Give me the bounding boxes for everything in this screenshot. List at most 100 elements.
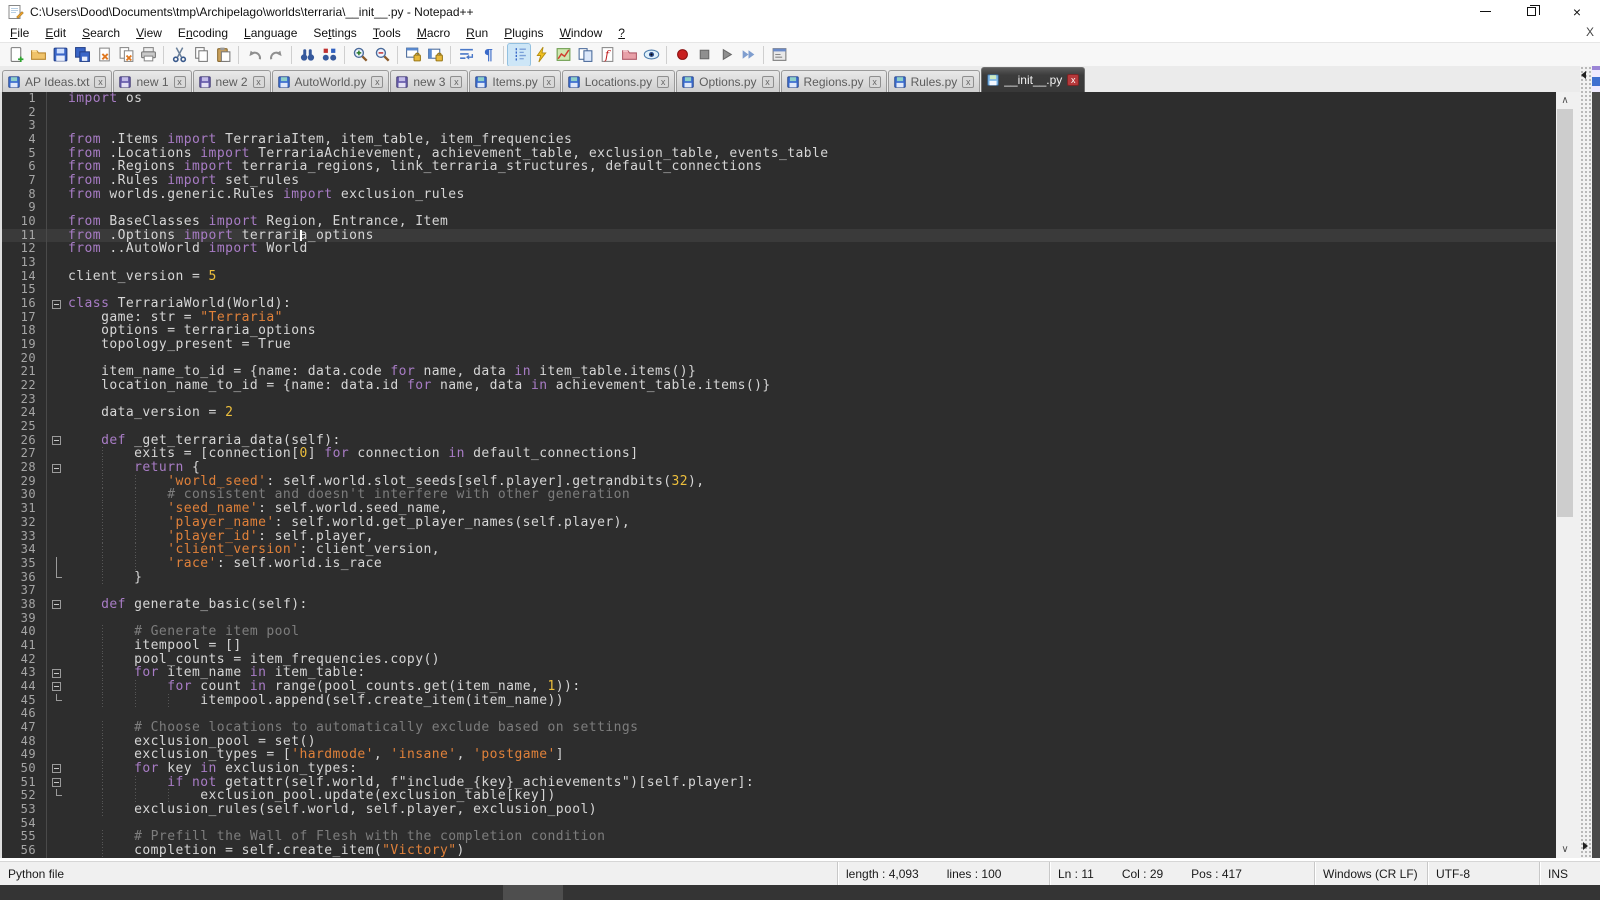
code-line[interactable]: 9 [2, 201, 1556, 215]
tab-close-icon[interactable]: x [174, 76, 186, 88]
tab-rules-py[interactable]: Rules.pyx [888, 70, 981, 92]
code-line[interactable]: 49 exclusion_types = ['hardmode', 'insan… [2, 748, 1556, 762]
code-line[interactable]: 16class TerrariaWorld(World): [2, 297, 1556, 311]
code-line[interactable]: 50 for key in exclusion_types: [2, 762, 1556, 776]
menu-file[interactable]: File [2, 24, 37, 42]
find-icon[interactable] [296, 44, 318, 66]
folder-as-workspace-icon[interactable] [618, 44, 640, 66]
zoom-out-icon[interactable] [371, 44, 393, 66]
code-line[interactable]: 17 game: str = "Terraria" [2, 311, 1556, 325]
fold-collapse-icon[interactable] [46, 666, 68, 680]
code-line[interactable]: 5from .Locations import TerrariaAchievem… [2, 147, 1556, 161]
code-line[interactable]: 35 'race': self.world.is_race [2, 557, 1556, 571]
macro-play-icon[interactable] [715, 44, 737, 66]
scroll-down-arrow-icon[interactable]: ∨ [1556, 841, 1574, 858]
menu-settings[interactable]: Settings [305, 24, 364, 42]
code-line[interactable]: 48 exclusion_pool = set() [2, 735, 1556, 749]
code-line[interactable]: 11from .Options import terraria_options [2, 229, 1556, 243]
copy-icon[interactable] [190, 44, 212, 66]
indent-guide-icon[interactable] [508, 44, 530, 66]
tab-ap-ideas-txt[interactable]: AP Ideas.txtx [2, 70, 112, 92]
code-line[interactable]: 26 def _get_terraria_data(self): [2, 434, 1556, 448]
print-icon[interactable] [137, 44, 159, 66]
code-line[interactable]: 23 [2, 393, 1556, 407]
code-line[interactable]: 33 'player_id': self.player, [2, 530, 1556, 544]
code-line[interactable]: 54 [2, 817, 1556, 831]
code-line[interactable]: 19 topology_present = True [2, 338, 1556, 352]
tab-new-3[interactable]: new 3x [390, 70, 468, 92]
status-typing-mode[interactable]: INS [1540, 862, 1600, 886]
code-line[interactable]: 14client_version = 5 [2, 270, 1556, 284]
document-list-icon[interactable] [574, 44, 596, 66]
status-encoding[interactable]: UTF-8 [1428, 862, 1540, 886]
menu-search[interactable]: Search [74, 24, 128, 42]
tab-close-icon[interactable]: x [450, 76, 462, 88]
tab-close-icon[interactable]: x [1067, 74, 1079, 86]
code-line[interactable]: 36 } [2, 571, 1556, 585]
tab-close-icon[interactable]: x [869, 76, 881, 88]
tab-regions-py[interactable]: Regions.pyx [781, 70, 887, 92]
code-line[interactable]: 56 completion = self.create_item("Victor… [2, 844, 1556, 858]
menu-edit[interactable]: Edit [37, 24, 74, 42]
tab-scroll-left-icon[interactable] [1581, 71, 1586, 79]
code-line[interactable]: 29 'world_seed': self.world.slot_seeds[s… [2, 475, 1556, 489]
macro-run-multiple-icon[interactable] [737, 44, 759, 66]
scroll-up-arrow-icon[interactable]: ∧ [1556, 92, 1574, 109]
tab-close-icon[interactable]: x [371, 76, 383, 88]
redo-icon[interactable] [265, 44, 287, 66]
code-line[interactable]: 31 'seed_name': self.world.seed_name, [2, 502, 1556, 516]
code-line[interactable]: 52 exclusion_pool.update(exclusion_table… [2, 789, 1556, 803]
fold-collapse-icon[interactable] [46, 434, 68, 448]
column-editor-icon[interactable] [768, 44, 790, 66]
code-line[interactable]: 18 options = terraria_options [2, 324, 1556, 338]
document-map-icon[interactable] [552, 44, 574, 66]
code-line[interactable]: 20 [2, 352, 1556, 366]
code-line[interactable]: 44 for count in range(pool_counts.get(it… [2, 680, 1556, 694]
code-line[interactable]: 15 [2, 283, 1556, 297]
sync-horizontal-icon[interactable] [424, 44, 446, 66]
menu-view[interactable]: View [128, 24, 170, 42]
show-all-characters-icon[interactable]: ¶ [477, 44, 499, 66]
code-line[interactable]: 28 return { [2, 461, 1556, 475]
save-all-icon[interactable] [71, 44, 93, 66]
menu-?[interactable]: ? [610, 24, 633, 42]
function-completion-icon[interactable] [530, 44, 552, 66]
monitoring-eye-icon[interactable] [640, 44, 662, 66]
code-line[interactable]: 3 [2, 119, 1556, 133]
function-list-icon[interactable]: f [596, 44, 618, 66]
code-line[interactable]: 53 exclusion_rules(self.world, self.play… [2, 803, 1556, 817]
code-line[interactable]: 34 'client_version': client_version, [2, 543, 1556, 557]
macro-stop-icon[interactable] [693, 44, 715, 66]
code-line[interactable]: 42 pool_counts = item_frequencies.copy() [2, 653, 1556, 667]
fold-collapse-icon[interactable] [46, 776, 68, 790]
code-line[interactable]: 25 [2, 420, 1556, 434]
scrollbar-thumb[interactable] [1557, 109, 1573, 517]
code-line[interactable]: 7from .Rules import set_rules [2, 174, 1556, 188]
sync-vertical-icon[interactable] [402, 44, 424, 66]
fold-collapse-icon[interactable] [46, 297, 68, 311]
word-wrap-icon[interactable] [455, 44, 477, 66]
cut-icon[interactable] [168, 44, 190, 66]
dock-splitter-gripper[interactable] [1580, 66, 1592, 858]
code-line[interactable]: 37 [2, 584, 1556, 598]
code-line[interactable]: 27 exits = [connection[0] for connection… [2, 447, 1556, 461]
menu-run[interactable]: Run [458, 24, 496, 42]
tab-items-py[interactable]: Items.pyx [469, 70, 560, 92]
tab-close-icon[interactable]: x [762, 76, 774, 88]
tab-new-1[interactable]: new 1x [113, 70, 191, 92]
code-line[interactable]: 24 data_version = 2 [2, 406, 1556, 420]
code-line[interactable]: 22 location_name_to_id = {name: data.id … [2, 379, 1556, 393]
code-line[interactable]: 4from .Items import TerrariaItem, item_t… [2, 133, 1556, 147]
vertical-scrollbar[interactable]: ∧ ∨ [1556, 92, 1574, 858]
code-line[interactable]: 40 # Generate item pool [2, 625, 1556, 639]
code-line[interactable]: 39 [2, 612, 1556, 626]
macro-record-icon[interactable] [671, 44, 693, 66]
code-line[interactable]: 30 # consistent and doesn't interfere wi… [2, 488, 1556, 502]
code-line[interactable]: 12from ..AutoWorld import World [2, 242, 1556, 256]
code-line[interactable]: 47 # Choose locations to automatically e… [2, 721, 1556, 735]
code-line[interactable]: 43 for item_name in item_table: [2, 666, 1556, 680]
code-line[interactable]: 45 itempool.append(self.create_item(item… [2, 694, 1556, 708]
tab-close-icon[interactable]: x [657, 76, 669, 88]
code-line[interactable]: 51 if not getattr(self.world, f"include_… [2, 776, 1556, 790]
code-line[interactable]: 41 itempool = [] [2, 639, 1556, 653]
